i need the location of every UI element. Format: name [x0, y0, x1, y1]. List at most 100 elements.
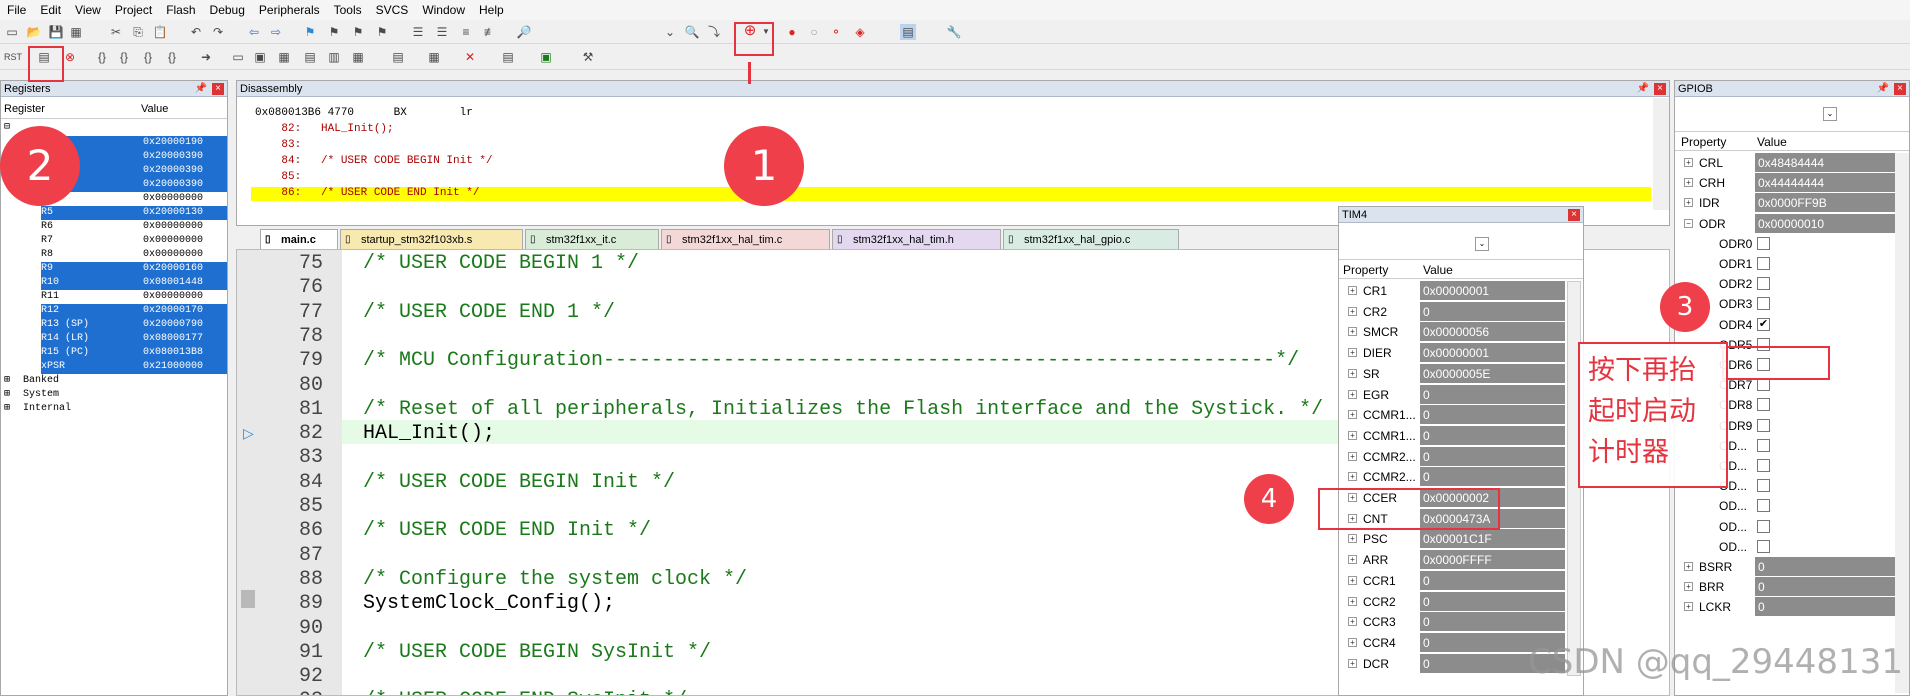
bookmark-clear-icon[interactable]: ⚑	[374, 24, 390, 40]
pin-icon[interactable]: 📌	[1637, 81, 1649, 97]
run-icon[interactable]: ▤	[36, 49, 52, 65]
breakpoint-kill-all-icon[interactable]: ◈	[852, 24, 868, 40]
breakpoint-icon[interactable]: ●	[784, 24, 800, 40]
tim4-row[interactable]: + CCMR1... 0	[1339, 405, 1567, 425]
tim4-row[interactable]: + CR1 0x00000001	[1339, 281, 1567, 301]
register-group[interactable]: ⊞ Internal	[1, 402, 227, 416]
collapse-icon[interactable]: −	[1684, 218, 1693, 228]
new-file-icon[interactable]: ▭	[4, 24, 20, 40]
close-icon[interactable]: ×	[1654, 83, 1666, 95]
expand-icon[interactable]: +	[1348, 596, 1357, 606]
menu-svcs[interactable]: SVCS	[369, 3, 416, 17]
register-row[interactable]: R14 (LR) 0x08000177	[1, 332, 227, 346]
watch-window-icon[interactable]: ▦	[350, 49, 366, 65]
register-row[interactable]: R12 0x20000170	[1, 304, 227, 318]
tim4-row[interactable]: + CCR1 0	[1339, 570, 1567, 591]
tim4-row[interactable]: + CNT 0x0000473A	[1339, 508, 1567, 529]
bit-checkbox[interactable]	[1757, 539, 1770, 553]
step-out-icon[interactable]: {}	[140, 49, 156, 65]
expand-icon[interactable]: +	[1348, 637, 1357, 647]
code-line[interactable]: /* USER CODE END Init */	[363, 519, 651, 543]
disassembly-window-icon[interactable]: ▣	[252, 49, 268, 65]
register-group[interactable]: ⊞ Banked	[1, 374, 227, 388]
expand-icon[interactable]: +	[1348, 389, 1357, 399]
code-line[interactable]: /* USER CODE END 1 */	[363, 301, 615, 325]
gpiob-row[interactable]: + BSRR 0	[1675, 557, 1897, 577]
tab-stm32f1xx-it-c[interactable]: ▯ stm32f1xx_it.c	[525, 229, 659, 249]
register-row[interactable]: R5 0x20000130	[1, 206, 227, 220]
save-all-icon[interactable]: ▦	[68, 24, 84, 40]
register-row[interactable]: R8 0x00000000	[1, 248, 227, 262]
close-icon[interactable]: ×	[212, 83, 224, 95]
step-in-icon[interactable]: {}	[94, 49, 110, 65]
find-in-files-icon[interactable]: 🔎	[516, 24, 532, 40]
expand-icon[interactable]: +	[1348, 368, 1357, 378]
bit-checkbox[interactable]	[1757, 297, 1770, 311]
target-dropdown-icon[interactable]: ⌄	[662, 24, 678, 40]
expand-icon[interactable]: +	[1684, 158, 1693, 167]
system-viewer-icon[interactable]: ▣	[538, 49, 554, 65]
register-group-core[interactable]: ⊟	[4, 121, 10, 133]
tim4-row[interactable]: + CCMR1... 0	[1339, 425, 1567, 446]
find-icon[interactable]: 🔍	[684, 24, 700, 40]
register-row[interactable]: R10 0x08001448	[1, 276, 227, 290]
bit-checkbox[interactable]	[1757, 337, 1770, 351]
analysis-window-icon[interactable]: ✕	[462, 49, 478, 65]
symbols-window-icon[interactable]: ▦	[276, 49, 292, 65]
tim4-row[interactable]: + DIER 0x00000001	[1339, 343, 1567, 363]
bit-checkbox[interactable]	[1757, 418, 1770, 432]
expand-icon[interactable]: +	[1348, 286, 1357, 295]
disassembly-scrollbar[interactable]	[1653, 98, 1669, 210]
register-row[interactable]: R9 0x20000160	[1, 262, 227, 276]
cut-icon[interactable]: ✂	[108, 24, 124, 40]
register-group[interactable]: ⊞ System	[1, 388, 227, 402]
tim4-row[interactable]: + CCMR2... 0	[1339, 446, 1567, 467]
breakpoint-disable-all-icon[interactable]: ⚬	[828, 24, 844, 40]
menu-debug[interactable]: Debug	[203, 3, 252, 17]
register-row[interactable]: R6 0x00000000	[1, 220, 227, 234]
stop-icon[interactable]: ⊗	[62, 49, 78, 65]
menu-flash[interactable]: Flash	[159, 3, 202, 17]
bookmark-icon[interactable]: ⚑	[302, 24, 318, 40]
expand-icon[interactable]: ⊞	[4, 388, 10, 402]
back-icon[interactable]: ⇦	[246, 24, 262, 40]
expand-icon[interactable]: +	[1684, 178, 1693, 188]
call-stack-icon[interactable]: ▥	[326, 49, 342, 65]
chevron-down-icon[interactable]: ⌄	[1823, 107, 1837, 121]
bit-checkbox[interactable]	[1757, 459, 1770, 472]
expand-icon[interactable]: +	[1348, 472, 1357, 482]
incremental-find-icon[interactable]: ⤵	[706, 24, 722, 40]
code-line[interactable]: SystemClock_Config();	[363, 592, 615, 616]
run-to-cursor-icon[interactable]: {}	[164, 49, 180, 65]
expand-icon[interactable]: +	[1348, 617, 1357, 627]
register-row[interactable]: R11 0x00000000	[1, 290, 227, 304]
expand-icon[interactable]: +	[1348, 451, 1357, 461]
gpiob-row[interactable]: + IDR 0x0000FF9B	[1675, 193, 1897, 213]
code-line[interactable]: HAL_Init();	[363, 422, 495, 446]
register-row[interactable]: R7 0x00000000	[1, 234, 227, 248]
pin-icon[interactable]: 📌	[1877, 81, 1889, 97]
bit-checkbox[interactable]	[1757, 358, 1770, 371]
tab-startup-stm32f103xb-s[interactable]: ▯ startup_stm32f103xb.s	[340, 229, 523, 249]
tim4-row[interactable]: + SR 0x0000005E	[1339, 363, 1567, 384]
tab-main-c[interactable]: ▯ main.c	[260, 229, 338, 249]
close-icon[interactable]: ×	[1568, 209, 1580, 221]
expand-icon[interactable]: +	[1348, 534, 1357, 544]
code-line[interactable]: /* Reset of all peripherals, Initializes…	[363, 398, 1323, 422]
code-line[interactable]: /* USER CODE BEGIN SysInit */	[363, 641, 711, 665]
copy-icon[interactable]: ⎘	[130, 24, 146, 40]
step-over-icon[interactable]: {}	[116, 49, 132, 65]
close-icon[interactable]: ×	[1894, 83, 1906, 95]
tim4-row[interactable]: + ARR 0x0000FFFF	[1339, 550, 1567, 570]
serial-window-icon[interactable]: ▦	[426, 49, 442, 65]
command-window-icon[interactable]: ▭	[230, 49, 246, 65]
bit-checkbox[interactable]	[1757, 236, 1770, 250]
bit-checkbox[interactable]	[1757, 499, 1770, 513]
code-line[interactable]: /* USER CODE BEGIN Init */	[363, 471, 675, 495]
save-icon[interactable]: 💾	[48, 24, 64, 40]
bookmark-prev-icon[interactable]: ⚑	[326, 24, 342, 40]
expand-icon[interactable]: +	[1684, 562, 1693, 571]
expand-icon[interactable]: +	[1348, 348, 1357, 358]
code-line[interactable]: /* USER CODE END SysInit */	[363, 689, 687, 695]
code-line[interactable]: /* MCU Configuration--------------------…	[363, 349, 1299, 373]
